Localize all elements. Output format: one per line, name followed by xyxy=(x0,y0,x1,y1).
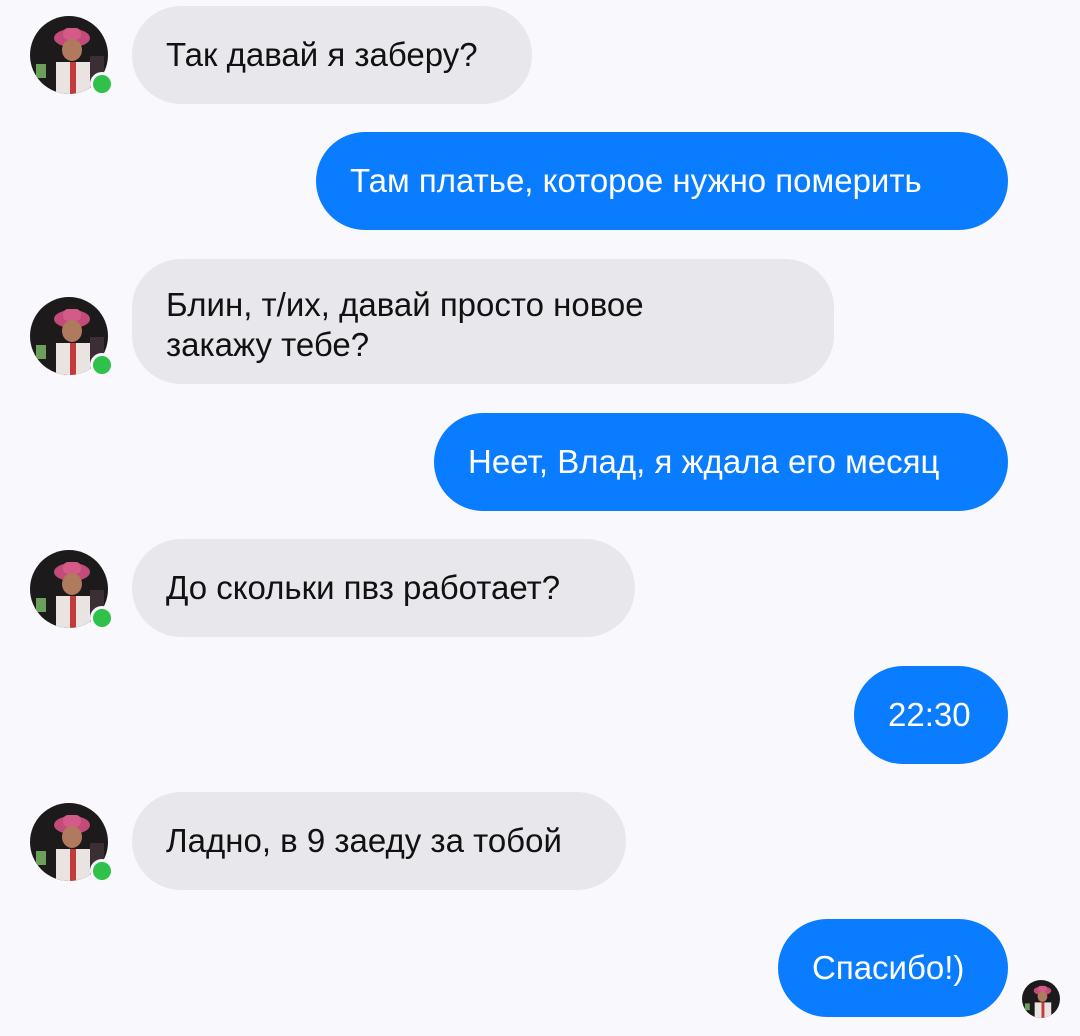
incoming-message-bubble[interactable]: Так давай я заберу? xyxy=(132,6,532,104)
seen-avatar-image-icon xyxy=(1022,980,1060,1018)
incoming-message-bubble[interactable]: Ладно, в 9 заеду за тобой xyxy=(132,792,626,890)
contact-avatar-icon[interactable] xyxy=(30,16,114,96)
chat-thread[interactable]: Так давай я заберу? Там платье, которое … xyxy=(0,0,1080,1036)
contact-avatar-icon[interactable] xyxy=(30,550,114,630)
contact-avatar-icon[interactable] xyxy=(30,297,114,377)
seen-receipt-avatar-icon xyxy=(1022,980,1060,1018)
incoming-message-bubble[interactable]: Блин, т/их, давай просто новое закажу те… xyxy=(132,259,834,384)
online-status-dot xyxy=(90,353,114,377)
outgoing-message-bubble[interactable]: Там платье, которое нужно померить xyxy=(316,132,1008,230)
incoming-message-bubble[interactable]: До скольки пвз работает? xyxy=(132,539,635,637)
online-status-dot xyxy=(90,859,114,883)
contact-avatar-icon[interactable] xyxy=(30,803,114,883)
outgoing-message-bubble[interactable]: 22:30 xyxy=(854,666,1008,764)
online-status-dot xyxy=(90,72,114,96)
outgoing-message-bubble[interactable]: Спасибо!) xyxy=(778,919,1008,1017)
outgoing-message-bubble[interactable]: Неет, Влад, я ждала его месяц xyxy=(434,413,1008,511)
online-status-dot xyxy=(90,606,114,630)
